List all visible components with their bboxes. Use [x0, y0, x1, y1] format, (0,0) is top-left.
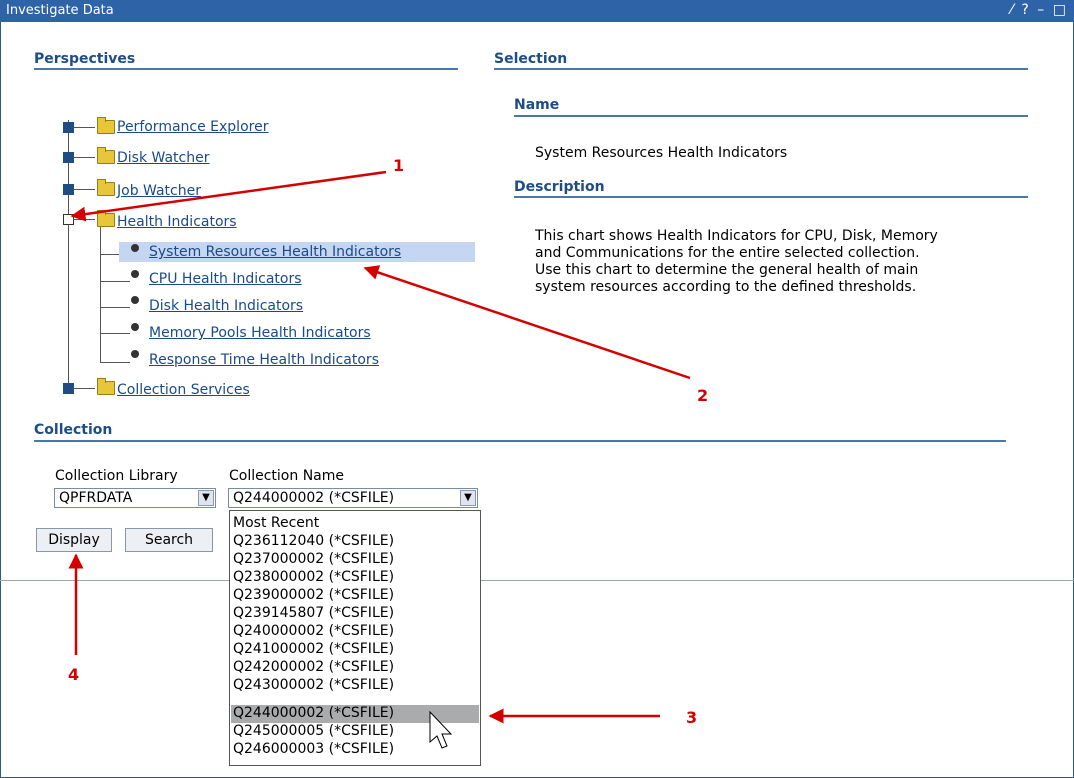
annotation-label-2: 2: [697, 386, 709, 405]
cursor-icon: [429, 710, 453, 749]
annotation-label-3: 3: [686, 708, 698, 727]
annotation-label-1: 1: [393, 156, 405, 175]
annotation-arrow-1: [70, 170, 387, 222]
annotation-arrow-2: [363, 265, 691, 380]
annotation-label-4: 4: [68, 665, 80, 684]
annotation-overlay: [68, 170, 691, 749]
